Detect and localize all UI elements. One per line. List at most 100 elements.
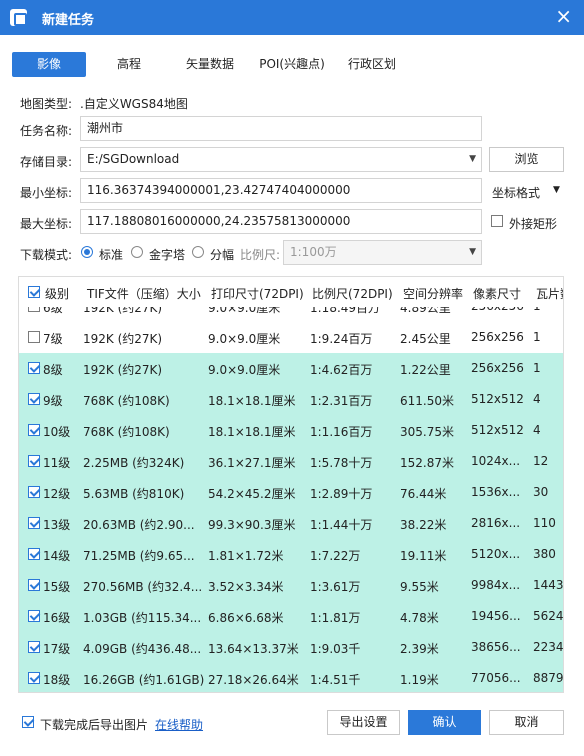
- table-row[interactable]: 13级 20.63MB (约2.90... 99.3×90.3厘米 1:1.44十万 3…: [19, 508, 563, 539]
- table-row[interactable]: 7级 192K (约27K) 9.0×9.0厘米 1:9.24百万 2.45公里 256x…: [19, 322, 563, 353]
- row-checkbox[interactable]: [28, 548, 40, 560]
- cell-size: 270.56MB (约32.4...: [83, 580, 203, 594]
- cell-size: 20.63MB (约2.90...: [83, 518, 195, 532]
- scale-select[interactable]: 1:100万 ▼: [283, 240, 482, 265]
- cell-pixels: 1024x...: [471, 454, 521, 468]
- table-row[interactable]: 10级 768K (约108K) 18.1×18.1厘米 1:1.16百万 305.75…: [19, 415, 563, 446]
- row-checkbox[interactable]: [28, 641, 40, 653]
- cell-resolution: 4.78米: [400, 611, 439, 625]
- min-coord-label: 最小坐标:: [20, 186, 73, 200]
- close-icon[interactable]: ×: [555, 6, 572, 26]
- cell-level: 12级: [43, 487, 71, 501]
- table-row[interactable]: 16级 1.03GB (约115.34... 6.86×6.68米 1:1.81万 4.…: [19, 601, 564, 632]
- tab-admin[interactable]: 行政区划: [344, 52, 400, 77]
- cell-print: 18.1×18.1厘米: [208, 425, 296, 439]
- scale-label: 比例尺:: [240, 248, 281, 262]
- select-all-checkbox[interactable]: [28, 286, 40, 298]
- tab-poi[interactable]: POI(兴趣点): [255, 52, 329, 77]
- cell-size: 4.09GB (约436.48...: [83, 642, 202, 656]
- cell-resolution: 2.45公里: [400, 332, 451, 346]
- table-body: 6级 192K (约27K) 9.0×9.0厘米 1:18.49百万 4.89公里 256…: [19, 307, 564, 692]
- cell-tiles: 1: [533, 307, 563, 313]
- table-row[interactable]: 12级 5.63MB (约810K) 54.2×45.2厘米 1:2.89十万 76.4…: [19, 477, 563, 508]
- mode-tile-radio[interactable]: [192, 246, 204, 258]
- cell-tiles: 5624: [533, 609, 564, 623]
- mode-pyramid-radio[interactable]: [131, 246, 143, 258]
- export-checkbox[interactable]: [22, 716, 34, 728]
- export-label: 下载完成后导出图片: [40, 718, 149, 732]
- table-row[interactable]: 17级 4.09GB (约436.48... 13.64×13.37米 1:9.03千…: [19, 632, 563, 663]
- cell-level: 11级: [43, 456, 71, 470]
- col-header-resolution[interactable]: 空间分辨率: [403, 285, 463, 302]
- tab-vector[interactable]: 矢量数据: [180, 52, 240, 77]
- col-header-pixels[interactable]: 像素尺寸: [473, 285, 521, 302]
- cell-size: 5.63MB (约810K): [83, 487, 185, 501]
- cell-resolution: 4.89公里: [400, 307, 451, 315]
- table-row[interactable]: 6级 192K (约27K) 9.0×9.0厘米 1:18.49百万 4.89公里 256…: [19, 307, 563, 322]
- cell-resolution: 305.75米: [400, 425, 454, 439]
- cell-scale: 1:1.81万: [310, 611, 361, 625]
- cell-print: 13.64×13.37米: [208, 642, 299, 656]
- row-checkbox[interactable]: [28, 424, 40, 436]
- cell-print: 27.18×26.64米: [208, 673, 299, 687]
- window-title: 新建任务: [42, 13, 95, 28]
- dropdown-arrow-icon: ▼: [469, 154, 476, 164]
- row-checkbox[interactable]: [28, 331, 40, 343]
- mode-standard-label: 标准: [99, 248, 124, 262]
- table-row[interactable]: 11级 2.25MB (约324K) 36.1×27.1厘米 1:5.78十万 152.…: [19, 446, 563, 477]
- task-name-input[interactable]: 潮州市: [80, 116, 482, 141]
- coord-format-arrow-icon[interactable]: ▼: [553, 185, 560, 195]
- bbox-label: 外接矩形: [509, 217, 558, 231]
- cell-pixels: 256x256: [471, 330, 524, 344]
- col-header-size[interactable]: TIF文件（压缩）大小: [87, 285, 201, 302]
- cell-print: 9.0×9.0厘米: [208, 363, 281, 377]
- table-row[interactable]: 18级 16.26GB (约1.61GB) 27.18×26.64米 1:4.51千 1…: [19, 663, 564, 692]
- row-checkbox[interactable]: [28, 486, 40, 498]
- row-checkbox[interactable]: [28, 307, 40, 312]
- bbox-checkbox[interactable]: [491, 215, 503, 227]
- table-row[interactable]: 9级 768K (约108K) 18.1×18.1厘米 1:2.31百万 611.50米…: [19, 384, 563, 415]
- col-header-scale[interactable]: 比例尺(72DPI): [312, 285, 393, 302]
- storage-label: 存储目录:: [20, 155, 73, 169]
- mode-standard-radio[interactable]: [81, 246, 93, 258]
- cell-scale: 1:4.51千: [310, 673, 361, 687]
- cell-tiles: 88795: [533, 671, 564, 685]
- row-checkbox[interactable]: [28, 393, 40, 405]
- confirm-button[interactable]: 确认: [408, 710, 481, 735]
- col-header-level[interactable]: 级别: [45, 285, 69, 302]
- col-header-print[interactable]: 打印尺寸(72DPI): [211, 285, 304, 302]
- task-name-value: 潮州市: [87, 121, 124, 135]
- tab-imagery[interactable]: 影像: [12, 52, 86, 77]
- row-checkbox[interactable]: [28, 517, 40, 529]
- cell-resolution: 611.50米: [400, 394, 454, 408]
- row-checkbox[interactable]: [28, 579, 40, 591]
- cell-size: 768K (约108K): [83, 425, 170, 439]
- col-header-tiles[interactable]: 瓦片数: [536, 285, 563, 302]
- cell-print: 6.86×6.68米: [208, 611, 284, 625]
- help-link[interactable]: 在线帮助: [155, 716, 203, 733]
- table-row[interactable]: 14级 71.25MB (约9.65... 1.81×1.72米 1:7.22万 19.…: [19, 539, 563, 570]
- cell-resolution: 1.19米: [400, 673, 439, 687]
- cell-scale: 1:9.03千: [310, 642, 361, 656]
- table-row[interactable]: 15级 270.56MB (约32.4... 3.52×3.34米 1:3.61万 9.…: [19, 570, 563, 601]
- min-coord-input[interactable]: 116.36374394000001,23.42747404000000: [80, 178, 482, 203]
- storage-select[interactable]: E:/SGDownload ▼: [80, 147, 482, 172]
- cell-scale: 1:3.61万: [310, 580, 361, 594]
- max-coord-input[interactable]: 117.18808016000000,24.23575813000000: [80, 209, 482, 234]
- coord-format-label[interactable]: 坐标格式: [492, 184, 540, 201]
- row-checkbox[interactable]: [28, 610, 40, 622]
- export-settings-button[interactable]: 导出设置: [327, 710, 400, 735]
- cell-scale: 1:2.89十万: [310, 487, 373, 501]
- browse-button[interactable]: 浏览: [489, 147, 564, 172]
- tab-elevation[interactable]: 高程: [106, 52, 152, 77]
- cell-tiles: 30: [533, 485, 549, 499]
- cell-size: 2.25MB (约324K): [83, 456, 185, 470]
- row-checkbox[interactable]: [28, 672, 40, 684]
- table-row[interactable]: 8级 192K (约27K) 9.0×9.0厘米 1:4.62百万 1.22公里 256x…: [19, 353, 563, 384]
- cell-tiles: 1: [533, 330, 541, 344]
- cancel-button[interactable]: 取消: [489, 710, 564, 735]
- table-header: 级别 TIF文件（压缩）大小 打印尺寸(72DPI) 比例尺(72DPI) 空间…: [19, 277, 563, 307]
- cell-print: 18.1×18.1厘米: [208, 394, 296, 408]
- row-checkbox[interactable]: [28, 455, 40, 467]
- row-checkbox[interactable]: [28, 362, 40, 374]
